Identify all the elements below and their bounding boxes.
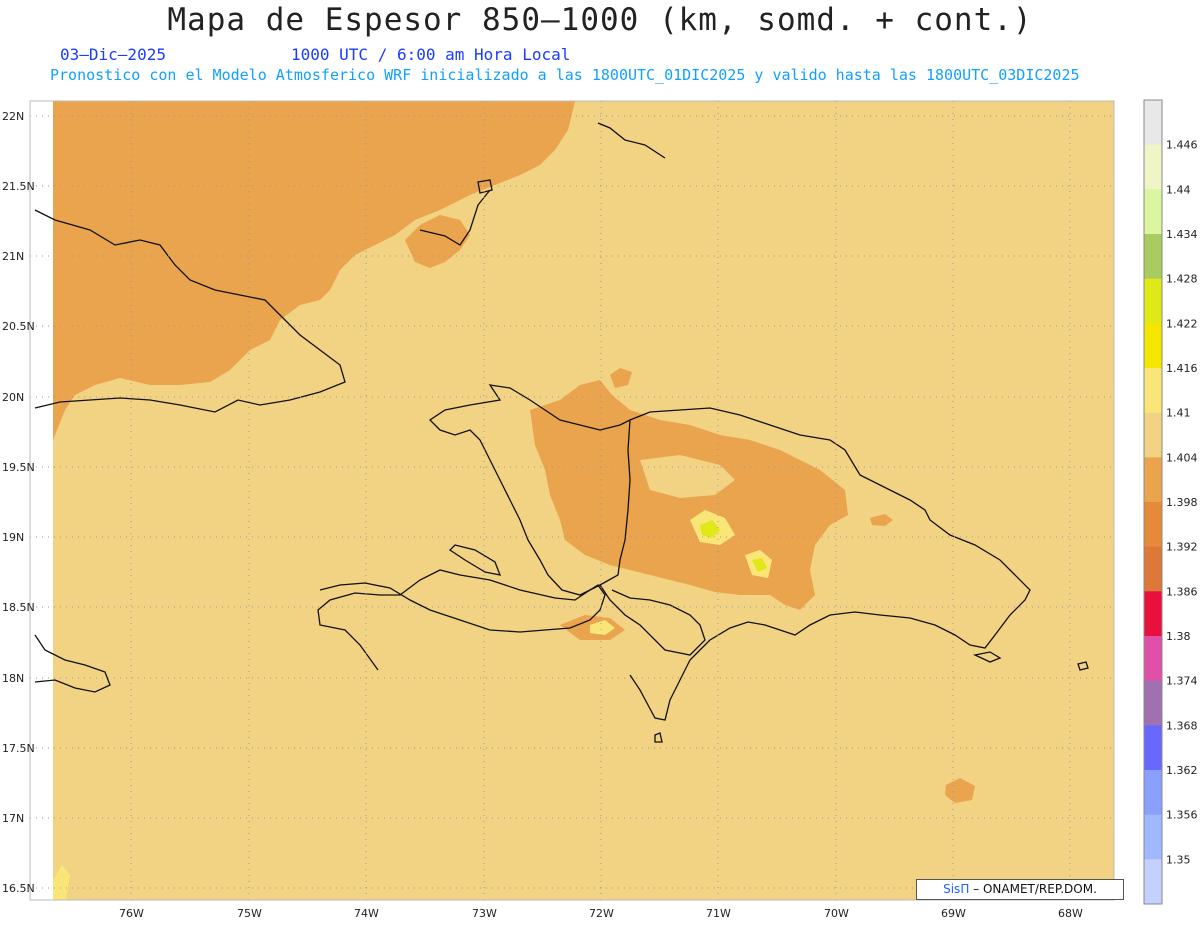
lat-label: 16.5N [2,882,35,895]
colorbar-label: 1.428 [1166,273,1198,286]
colorbar: 1.446 1.44 1.434 1.428 1.422 1.416 1.41 1.404 1.… [1143,99,1198,905]
colorbar-swatch [1144,502,1162,548]
thickness-map: 22N 21.5N 21N 20.5N 20N 19.5N 19N 18.5N … [2,99,1198,920]
colorbar-swatch [1144,144,1162,190]
lat-label: 18.5N [2,601,35,614]
lon-label: 73W [472,907,497,920]
colorbar-label: 1.446 [1166,139,1198,152]
colorbar-swatch [1144,368,1162,414]
colorbar-swatch [1144,412,1162,458]
colorbar-label: 1.38 [1166,630,1191,643]
colorbar-label: 1.374 [1166,675,1198,688]
lon-label: 74W [354,907,379,920]
lat-label: 20N [2,391,24,404]
colorbar-label: 1.422 [1166,317,1198,330]
lat-label: 21.5N [2,180,35,193]
longitude-axis: 76W 75W 74W 73W 72W 71W 70W 69W 68W [119,907,1083,920]
colorbar-swatch [1144,725,1162,771]
colorbar-swatch [1144,680,1162,726]
sisp-logo: SisΠ [943,882,970,896]
lat-label: 17.5N [2,742,35,755]
colorbar-swatch [1144,234,1162,280]
colorbar-label: 1.416 [1166,362,1198,375]
colorbar-label: 1.398 [1166,496,1198,509]
lon-label: 75W [237,907,262,920]
colorbar-swatch [1144,770,1162,816]
lon-label: 70W [824,907,849,920]
colorbar-swatch [1144,859,1162,905]
lon-label: 72W [589,907,614,920]
colorbar-label: 1.44 [1166,183,1191,196]
colorbar-label: 1.386 [1166,585,1198,598]
lon-label: 69W [941,907,966,920]
colorbar-swatch [1144,457,1162,503]
colorbar-swatch [1144,814,1162,860]
colorbar-swatch [1144,189,1162,235]
lat-label: 18N [2,672,24,685]
lat-label: 19.5N [2,461,35,474]
colorbar-label: 1.404 [1166,451,1198,464]
colorbar-swatch [1144,100,1162,146]
colorbar-swatch [1144,323,1162,369]
lat-label: 21N [2,250,24,263]
colorbar-label: 1.434 [1166,228,1198,241]
lon-label: 68W [1058,907,1083,920]
lat-label: 19N [2,531,24,544]
colorbar-label: 1.368 [1166,719,1198,732]
lon-label: 76W [119,907,144,920]
lat-label: 20.5N [2,320,35,333]
lat-label: 22N [2,110,24,123]
colorbar-swatch [1144,546,1162,592]
colorbar-label: 1.356 [1166,809,1198,822]
lon-label: 71W [706,907,731,920]
colorbar-swatch [1144,591,1162,637]
colorbar-label: 1.392 [1166,541,1198,554]
colorbar-label: 1.35 [1166,853,1191,866]
colorbar-swatch [1144,636,1162,682]
colorbar-swatch [1144,278,1162,324]
colorbar-label: 1.41 [1166,407,1191,420]
credit-box: SisΠ – ONAMET/REP.DOM. [916,879,1124,900]
lat-label: 17N [2,812,24,825]
colorbar-label: 1.362 [1166,764,1198,777]
credit-text: – ONAMET/REP.DOM. [973,882,1097,896]
